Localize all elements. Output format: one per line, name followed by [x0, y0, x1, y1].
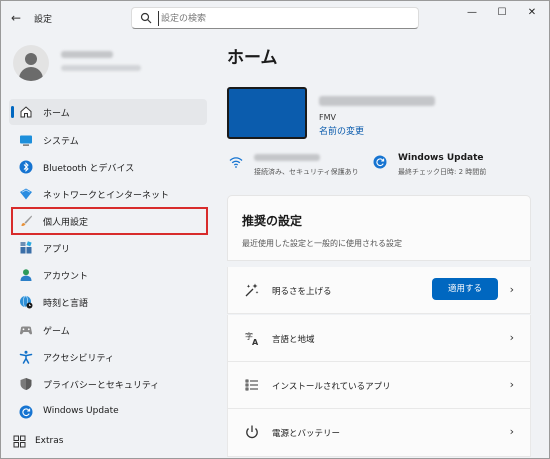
- sidebar-item-label: 時刻と言語: [43, 299, 89, 309]
- settings-window: ← 設定 — ☐ ✕ ホーム シス: [0, 0, 550, 459]
- minimize-button[interactable]: —: [457, 5, 487, 21]
- sidebar-item-home[interactable]: ホーム: [9, 99, 207, 125]
- sidebar-item-time-language[interactable]: 時刻と言語: [9, 289, 207, 315]
- sparkle-wand-icon: [245, 283, 259, 297]
- recommended-row-brightness[interactable]: 明るさを上げる 適用する ›: [227, 267, 531, 314]
- close-button[interactable]: ✕: [517, 5, 547, 21]
- wifi-icon: [229, 157, 243, 168]
- bluetooth-icon: [19, 160, 33, 174]
- recommended-title: 推奨の設定: [242, 214, 303, 228]
- chevron-right-icon: ›: [509, 425, 514, 438]
- sidebar-item-label: アカウント: [43, 272, 89, 282]
- avatar-head: [25, 53, 37, 65]
- sidebar-item-windows-update[interactable]: Windows Update: [9, 399, 207, 425]
- back-button[interactable]: ←: [7, 9, 25, 27]
- user-email-redacted: [61, 65, 141, 71]
- apply-button[interactable]: 適用する: [432, 278, 498, 300]
- sidebar-item-label: システム: [43, 137, 79, 147]
- extras-label: Extras: [35, 436, 64, 446]
- chevron-right-icon: ›: [509, 283, 514, 296]
- recommended-row-power[interactable]: 電源とバッテリー ›: [227, 409, 531, 457]
- sidebar-item-accessibility[interactable]: アクセシビリティ: [9, 344, 207, 370]
- sidebar-item-network[interactable]: ネットワークとインターネット: [9, 181, 207, 207]
- search-input[interactable]: [158, 11, 408, 26]
- row-label: 明るさを上げる: [272, 287, 332, 297]
- search-box[interactable]: [131, 7, 419, 29]
- list-icon: [245, 379, 258, 391]
- chevron-right-icon: ›: [509, 331, 514, 344]
- sidebar-item-gaming[interactable]: ゲーム: [9, 317, 207, 343]
- title-bar: ← 設定 — ☐ ✕: [1, 1, 549, 35]
- sidebar-item-apps[interactable]: アプリ: [9, 235, 207, 261]
- recommended-row-installed-apps[interactable]: インストールされているアプリ ›: [227, 362, 531, 409]
- globe-clock-icon: [20, 295, 33, 309]
- row-label: インストールされているアプリ: [272, 382, 391, 392]
- sidebar-item-label: Bluetooth とデバイス: [43, 164, 135, 174]
- sidebar-item-privacy[interactable]: プライバシーとセキュリティ: [9, 371, 207, 397]
- language-icon: 字 A: [245, 331, 259, 346]
- rename-link[interactable]: 名前の変更: [319, 124, 364, 137]
- highlight-box: [11, 207, 208, 235]
- user-name-redacted: [61, 51, 113, 58]
- power-icon: [246, 425, 258, 439]
- person-icon: [20, 269, 32, 281]
- wifi-diamond-icon: [20, 188, 32, 200]
- sidebar-item-label: プライバシーとセキュリティ: [43, 381, 160, 391]
- avatar-body: [19, 67, 43, 81]
- shield-icon: [20, 378, 32, 390]
- home-icon: [20, 106, 32, 118]
- extras-grid-icon: [13, 435, 26, 448]
- sidebar-item-accounts[interactable]: アカウント: [9, 262, 207, 288]
- sidebar-item-label: ネットワークとインターネット: [43, 191, 170, 201]
- device-model: FMV: [319, 113, 336, 122]
- windows-update-title: Windows Update: [398, 153, 484, 163]
- sidebar-item-bluetooth[interactable]: Bluetooth とデバイス: [9, 154, 207, 180]
- sidebar-item-label: Windows Update: [43, 406, 119, 416]
- extras-item[interactable]: Extras: [1, 431, 211, 453]
- maximize-button[interactable]: ☐: [487, 5, 517, 21]
- search-icon: [140, 12, 152, 24]
- apps-icon: [20, 241, 32, 254]
- device-name-redacted: [319, 96, 435, 106]
- monitor-icon: [20, 135, 32, 146]
- avatar[interactable]: [13, 45, 49, 81]
- update-icon: [19, 405, 33, 419]
- page-title: ホーム: [227, 48, 278, 68]
- sidebar-item-system[interactable]: システム: [9, 127, 207, 153]
- chevron-right-icon: ›: [509, 378, 514, 391]
- sidebar-item-label: アクセシビリティ: [43, 354, 115, 364]
- wifi-name-redacted: [254, 154, 320, 161]
- row-label: 言語と地域: [272, 335, 315, 345]
- wifi-status-text: 接続済み、セキュリティ保護あり: [254, 168, 359, 176]
- sidebar-item-label: ゲーム: [43, 327, 70, 337]
- sidebar-item-label: アプリ: [43, 245, 71, 255]
- app-title: 設定: [34, 15, 53, 25]
- recommended-card: 推奨の設定 最近使用した設定と一般的に使用される設定: [227, 195, 531, 261]
- device-image: [227, 87, 307, 139]
- svg-text:A: A: [252, 338, 259, 346]
- update-icon: [373, 155, 387, 169]
- gamepad-icon: [19, 326, 33, 335]
- accessibility-icon: [19, 350, 33, 364]
- recommended-row-language[interactable]: 字 A 言語と地域 ›: [227, 315, 531, 362]
- sidebar-item-label: ホーム: [43, 109, 70, 119]
- recommended-subtitle: 最近使用した設定と一般的に使用される設定: [242, 239, 402, 248]
- windows-update-subtitle: 最終チェック日時: 2 時間前: [398, 168, 487, 176]
- row-label: 電源とバッテリー: [272, 429, 341, 439]
